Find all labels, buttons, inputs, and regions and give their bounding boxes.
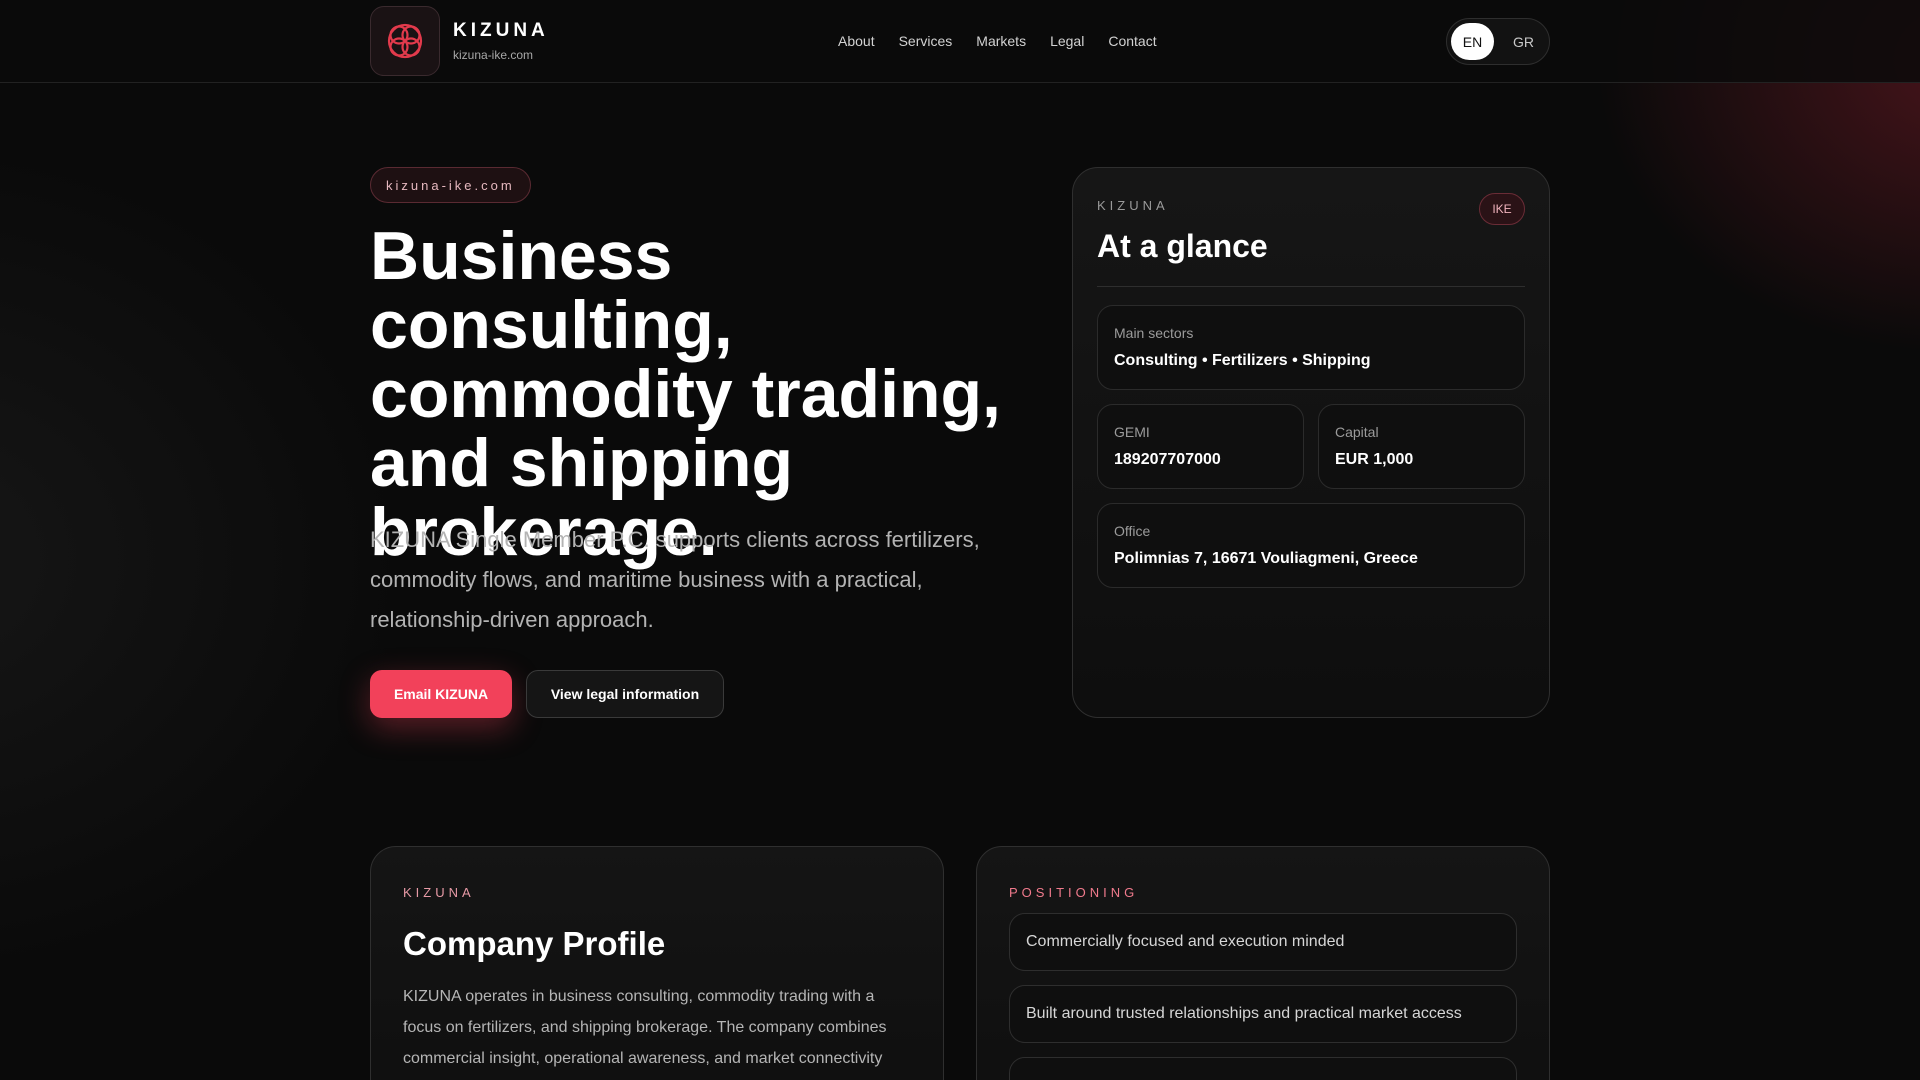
- office-stat: Office Polimnias 7, 16671 Vouliagmeni, G…: [1097, 503, 1525, 588]
- nav-link-markets[interactable]: Markets: [976, 33, 1026, 49]
- capital-stat: Capital EUR 1,000: [1318, 404, 1525, 489]
- positioning-item: [1009, 1057, 1517, 1080]
- top-navigation-bar: KIZUNA kizuna-ike.com About Services Mar…: [0, 0, 1920, 83]
- stat-value: EUR 1,000: [1335, 451, 1414, 468]
- divider: [1097, 286, 1525, 287]
- gemi-stat: GEMI 189207707000: [1097, 404, 1304, 489]
- positioning-item: Commercially focused and execution minde…: [1009, 913, 1517, 971]
- brand[interactable]: KIZUNA kizuna-ike.com: [370, 6, 549, 76]
- profile-eyebrow: KIZUNA: [403, 885, 475, 900]
- nav-link-legal[interactable]: Legal: [1050, 33, 1084, 49]
- language-option-gr[interactable]: GR: [1502, 23, 1545, 60]
- hero-title: Business consulting, commodity trading, …: [370, 218, 1001, 570]
- company-profile-card: KIZUNA Company Profile KIZUNA operates i…: [370, 846, 944, 1080]
- domain-pill: kizuna-ike.com: [370, 167, 531, 203]
- stat-value: Polimnias 7, 16671 Vouliagmeni, Greece: [1114, 550, 1418, 567]
- stat-label: Capital: [1335, 424, 1379, 440]
- brand-name: KIZUNA: [453, 20, 549, 41]
- stat-value: 189207707000: [1114, 451, 1221, 468]
- stat-label: Office: [1114, 523, 1151, 539]
- legal-information-button[interactable]: View legal information: [526, 670, 724, 718]
- company-type-badge: IKE: [1479, 193, 1525, 225]
- at-a-glance-card: KIZUNA At a glance IKE Main sectors Cons…: [1072, 167, 1550, 718]
- profile-body: KIZUNA operates in business consulting, …: [403, 988, 887, 1067]
- glance-title: At a glance: [1097, 228, 1268, 264]
- stat-label: Main sectors: [1114, 325, 1194, 341]
- main-nav: About Services Markets Legal Contact: [838, 33, 1157, 49]
- stat-label: GEMI: [1114, 424, 1150, 440]
- nav-link-contact[interactable]: Contact: [1108, 33, 1156, 49]
- language-switcher: EN GR: [1446, 18, 1550, 65]
- nav-link-services[interactable]: Services: [899, 33, 953, 49]
- profile-title: Company Profile: [403, 925, 666, 962]
- nav-link-about[interactable]: About: [838, 33, 875, 49]
- positioning-item: Built around trusted relationships and p…: [1009, 985, 1517, 1043]
- email-button[interactable]: Email KIZUNA: [370, 670, 512, 718]
- positioning-card: POSITIONING Commercially focused and exe…: [976, 846, 1550, 1080]
- logo: [370, 6, 440, 76]
- positioning-eyebrow: POSITIONING: [1009, 885, 1139, 900]
- hero-description: KIZUNA Single Member P.C. supports clien…: [370, 527, 980, 632]
- glance-eyebrow: KIZUNA: [1097, 198, 1169, 213]
- language-option-en[interactable]: EN: [1451, 23, 1494, 60]
- knot-emblem-icon: [387, 23, 423, 59]
- main-sectors-stat: Main sectors Consulting • Fertilizers • …: [1097, 305, 1525, 390]
- brand-domain: kizuna-ike.com: [453, 48, 534, 62]
- stat-value: Consulting • Fertilizers • Shipping: [1114, 352, 1371, 369]
